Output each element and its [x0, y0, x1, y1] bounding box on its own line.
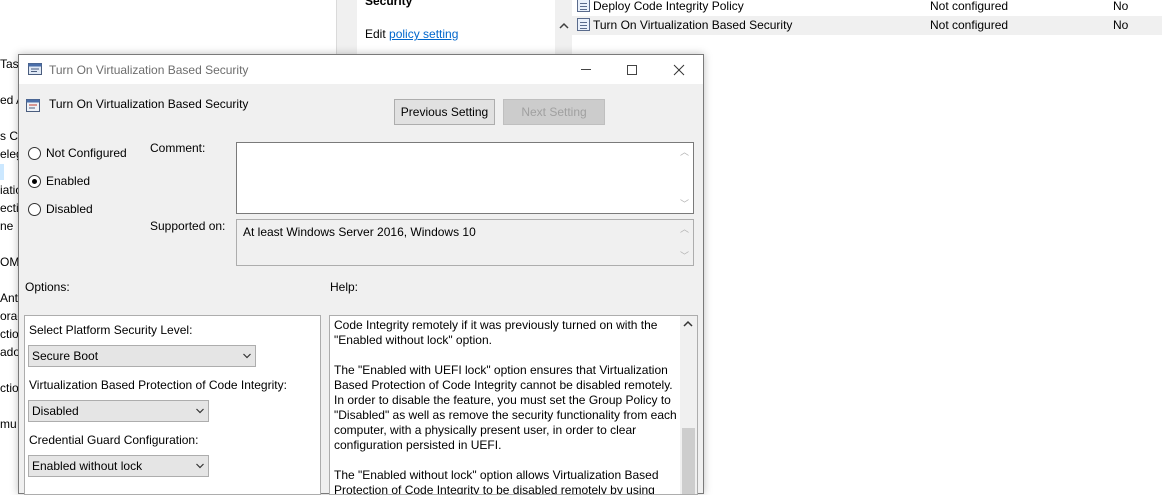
list-row-comment: No	[1113, 18, 1129, 32]
help-scrollbar[interactable]	[680, 316, 697, 494]
description-scrollbar[interactable]	[555, 0, 572, 56]
tree-item-fragment[interactable]: iatio	[0, 183, 20, 197]
tree-item-fragment[interactable]: ectio	[0, 201, 20, 215]
vbs-code-integrity-label: Virtualization Based Protection of Code …	[29, 378, 287, 392]
policy-window-icon	[28, 63, 42, 75]
chevron-down-icon	[243, 353, 251, 359]
help-panel[interactable]: Code Integrity remotely if it was previo…	[329, 315, 698, 495]
tree-item-fragment[interactable]: ed A	[0, 93, 20, 107]
comment-label: Comment:	[150, 141, 206, 155]
list-row-name: Turn On Virtualization Based Security	[593, 18, 793, 32]
chevron-down-icon[interactable]: ﹀	[680, 251, 689, 261]
tree-item-fragment[interactable]: Task	[0, 57, 20, 71]
list-row[interactable]: Deploy Code Integrity Policy Not configu…	[572, 0, 1162, 16]
tree-item-fragment[interactable]: ction	[0, 381, 20, 395]
policy-setting-link[interactable]: policy setting	[389, 27, 458, 41]
chevron-down-icon[interactable]: ﹀	[680, 199, 689, 209]
dialog-titlebar[interactable]: Turn On Virtualization Based Security	[19, 55, 703, 84]
policy-item-icon	[577, 18, 590, 31]
radio-label: Disabled	[46, 202, 93, 216]
description-edit-line: Edit policy setting	[365, 27, 458, 41]
supported-on-value: At least Windows Server 2016, Windows 10	[243, 225, 476, 239]
select-value: Enabled without lock	[32, 459, 143, 473]
minimize-button[interactable]	[563, 55, 609, 84]
tree-item-fragment[interactable]: s Cr	[0, 129, 20, 143]
next-setting-button[interactable]: Next Setting	[503, 99, 605, 125]
credential-guard-select[interactable]: Enabled without lock	[28, 455, 209, 477]
supported-scrollbar[interactable]: ︿ ﹀	[678, 222, 691, 263]
radio-not-configured[interactable]: Not Configured	[28, 144, 127, 162]
tree-item-fragment[interactable]: OM	[0, 255, 20, 269]
radio-disabled[interactable]: Disabled	[28, 200, 93, 218]
select-value: Disabled	[32, 404, 79, 418]
edit-prefix: Edit	[365, 27, 386, 41]
list-row-name: Deploy Code Integrity Policy	[593, 0, 744, 13]
setting-header-title: Turn On Virtualization Based Security	[49, 97, 249, 111]
platform-security-label: Select Platform Security Level:	[29, 323, 193, 337]
chevron-down-icon	[196, 463, 204, 469]
maximize-icon	[627, 64, 637, 75]
background-tree-pane: Task ed A s Cr eleg iatio ectio ne OM An…	[0, 0, 20, 490]
background-description-pane: Security Edit policy setting	[336, 0, 572, 56]
help-label: Help:	[330, 280, 359, 294]
tree-item-fragment[interactable]: adov	[0, 345, 20, 359]
previous-setting-button[interactable]: Previous Setting	[394, 99, 495, 125]
supported-on-label: Supported on:	[150, 219, 226, 233]
tree-selection-marker	[0, 164, 4, 180]
scrollbar-thumb[interactable]	[682, 428, 695, 494]
policy-dialog: Turn On Virtualization Based Security Tu…	[18, 54, 704, 495]
policy-item-icon	[577, 0, 590, 12]
radio-enabled[interactable]: Enabled	[28, 172, 90, 190]
select-value: Secure Boot	[32, 349, 99, 363]
vbs-code-integrity-select[interactable]: Disabled	[28, 400, 209, 422]
platform-security-select[interactable]: Secure Boot	[28, 345, 256, 367]
chevron-up-icon[interactable]	[683, 319, 693, 329]
close-icon	[673, 64, 685, 75]
tree-item-fragment[interactable]: orag	[0, 309, 20, 323]
help-text: Code Integrity remotely if it was previo…	[334, 318, 677, 495]
minimize-icon	[581, 69, 591, 70]
radio-circle[interactable]	[28, 146, 41, 160]
comment-scrollbar[interactable]: ︿ ﹀	[678, 145, 691, 211]
tree-item-fragment[interactable]: mu	[0, 417, 20, 431]
options-label: Options:	[25, 280, 70, 294]
radio-label: Not Configured	[46, 146, 127, 160]
list-row-selected[interactable]: Turn On Virtualization Based Security No…	[572, 16, 1162, 35]
tree-item-fragment[interactable]: Ant	[0, 291, 20, 305]
maximize-button[interactable]	[609, 55, 655, 84]
description-title: Security	[365, 0, 413, 8]
tree-item-fragment[interactable]: ction	[0, 327, 20, 341]
dialog-title: Turn On Virtualization Based Security	[49, 63, 249, 77]
chevron-down-icon	[196, 408, 204, 414]
radio-label: Enabled	[46, 174, 91, 188]
list-row-state: Not configured	[930, 18, 1009, 32]
tree-item-fragment[interactable]: eleg	[0, 147, 20, 161]
policy-setting-icon	[26, 99, 40, 112]
background-settings-list: Deploy Code Integrity Policy Not configu…	[572, 0, 1162, 40]
tree-item-fragment[interactable]: ne	[0, 219, 20, 233]
list-row-state: Not configured	[930, 0, 1009, 13]
options-panel: Select Platform Security Level: Secure B…	[24, 315, 321, 495]
chevron-up-icon[interactable]: ︿	[680, 147, 689, 157]
radio-circle-checked[interactable]	[28, 174, 41, 188]
chevron-up-icon[interactable]: ︿	[680, 224, 689, 234]
description-panel: Security Edit policy setting	[357, 0, 557, 56]
radio-circle[interactable]	[28, 202, 41, 216]
supported-on-field: At least Windows Server 2016, Windows 10…	[236, 219, 694, 266]
credential-guard-label: Credential Guard Configuration:	[29, 433, 199, 447]
chevron-up-icon[interactable]	[559, 22, 569, 30]
close-button[interactable]	[656, 55, 702, 84]
comment-textarea[interactable]: ︿ ﹀	[236, 142, 694, 214]
list-row-comment: No	[1113, 0, 1129, 13]
